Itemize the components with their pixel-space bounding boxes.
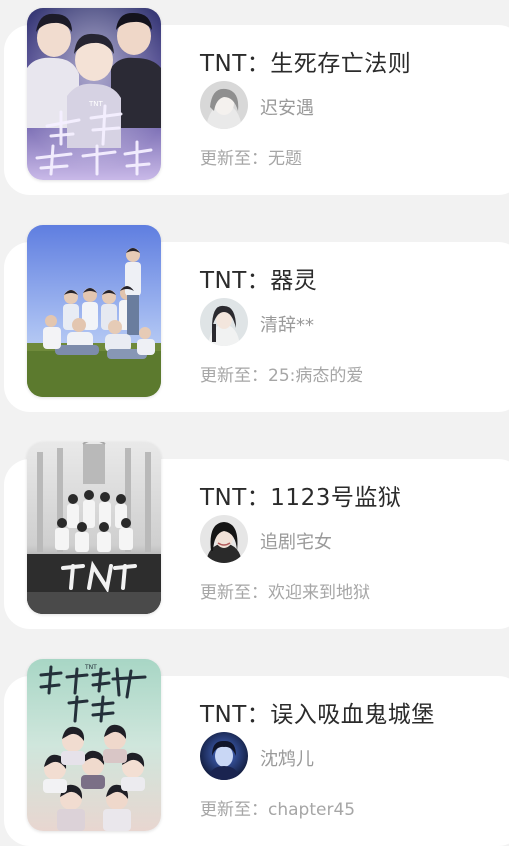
update-status: 更新至：欢迎来到地狱: [200, 578, 370, 603]
avatar-image: [200, 732, 248, 780]
book-title[interactable]: TNT：器灵: [200, 261, 317, 295]
book-cover-art: [27, 225, 161, 397]
svg-text:TNT: TNT: [84, 664, 97, 671]
book-title[interactable]: TNT：1123号监狱: [200, 478, 401, 512]
update-label: 更新至：: [200, 800, 268, 820]
latest-chapter: 25:病态的爱: [268, 366, 364, 386]
author-avatar[interactable]: [200, 515, 248, 563]
author-avatar[interactable]: [200, 732, 248, 780]
update-label: 更新至：: [200, 583, 268, 603]
update-label: 更新至：: [200, 149, 268, 169]
author-name[interactable]: 迟安遇: [260, 94, 314, 120]
avatar-image: [200, 81, 248, 129]
svg-text:TNT: TNT: [88, 100, 104, 108]
book-cover-image[interactable]: [27, 225, 161, 397]
book-cover-art: [27, 442, 161, 614]
author-name[interactable]: 清辞**: [260, 311, 314, 337]
book-list: TNT TNT：生死存亡法则 迟安遇 更新至：无题 TNT：器灵 清辞** 更新…: [0, 0, 509, 846]
book-cover-art: TNT: [27, 659, 161, 831]
author-name[interactable]: 沈鸩儿: [260, 745, 314, 771]
book-cover-image[interactable]: [27, 442, 161, 614]
author-avatar[interactable]: [200, 298, 248, 346]
book-cover-art: TNT: [27, 8, 161, 180]
update-status: 更新至：无题: [200, 144, 302, 169]
avatar-image: [200, 298, 248, 346]
author-avatar[interactable]: [200, 81, 248, 129]
latest-chapter: 无题: [268, 149, 302, 169]
update-status: 更新至：25:病态的爱: [200, 361, 363, 386]
latest-chapter: 欢迎来到地狱: [268, 583, 370, 603]
latest-chapter: chapter45: [268, 800, 356, 820]
update-label: 更新至：: [200, 366, 268, 386]
book-cover-image[interactable]: TNT: [27, 8, 161, 180]
book-title[interactable]: TNT：误入吸血鬼城堡: [200, 695, 435, 729]
author-name[interactable]: 追剧宅女: [260, 528, 332, 554]
avatar-image: [200, 515, 248, 563]
update-status: 更新至：chapter45: [200, 795, 355, 820]
book-cover-image[interactable]: TNT: [27, 659, 161, 831]
book-title[interactable]: TNT：生死存亡法则: [200, 44, 411, 78]
